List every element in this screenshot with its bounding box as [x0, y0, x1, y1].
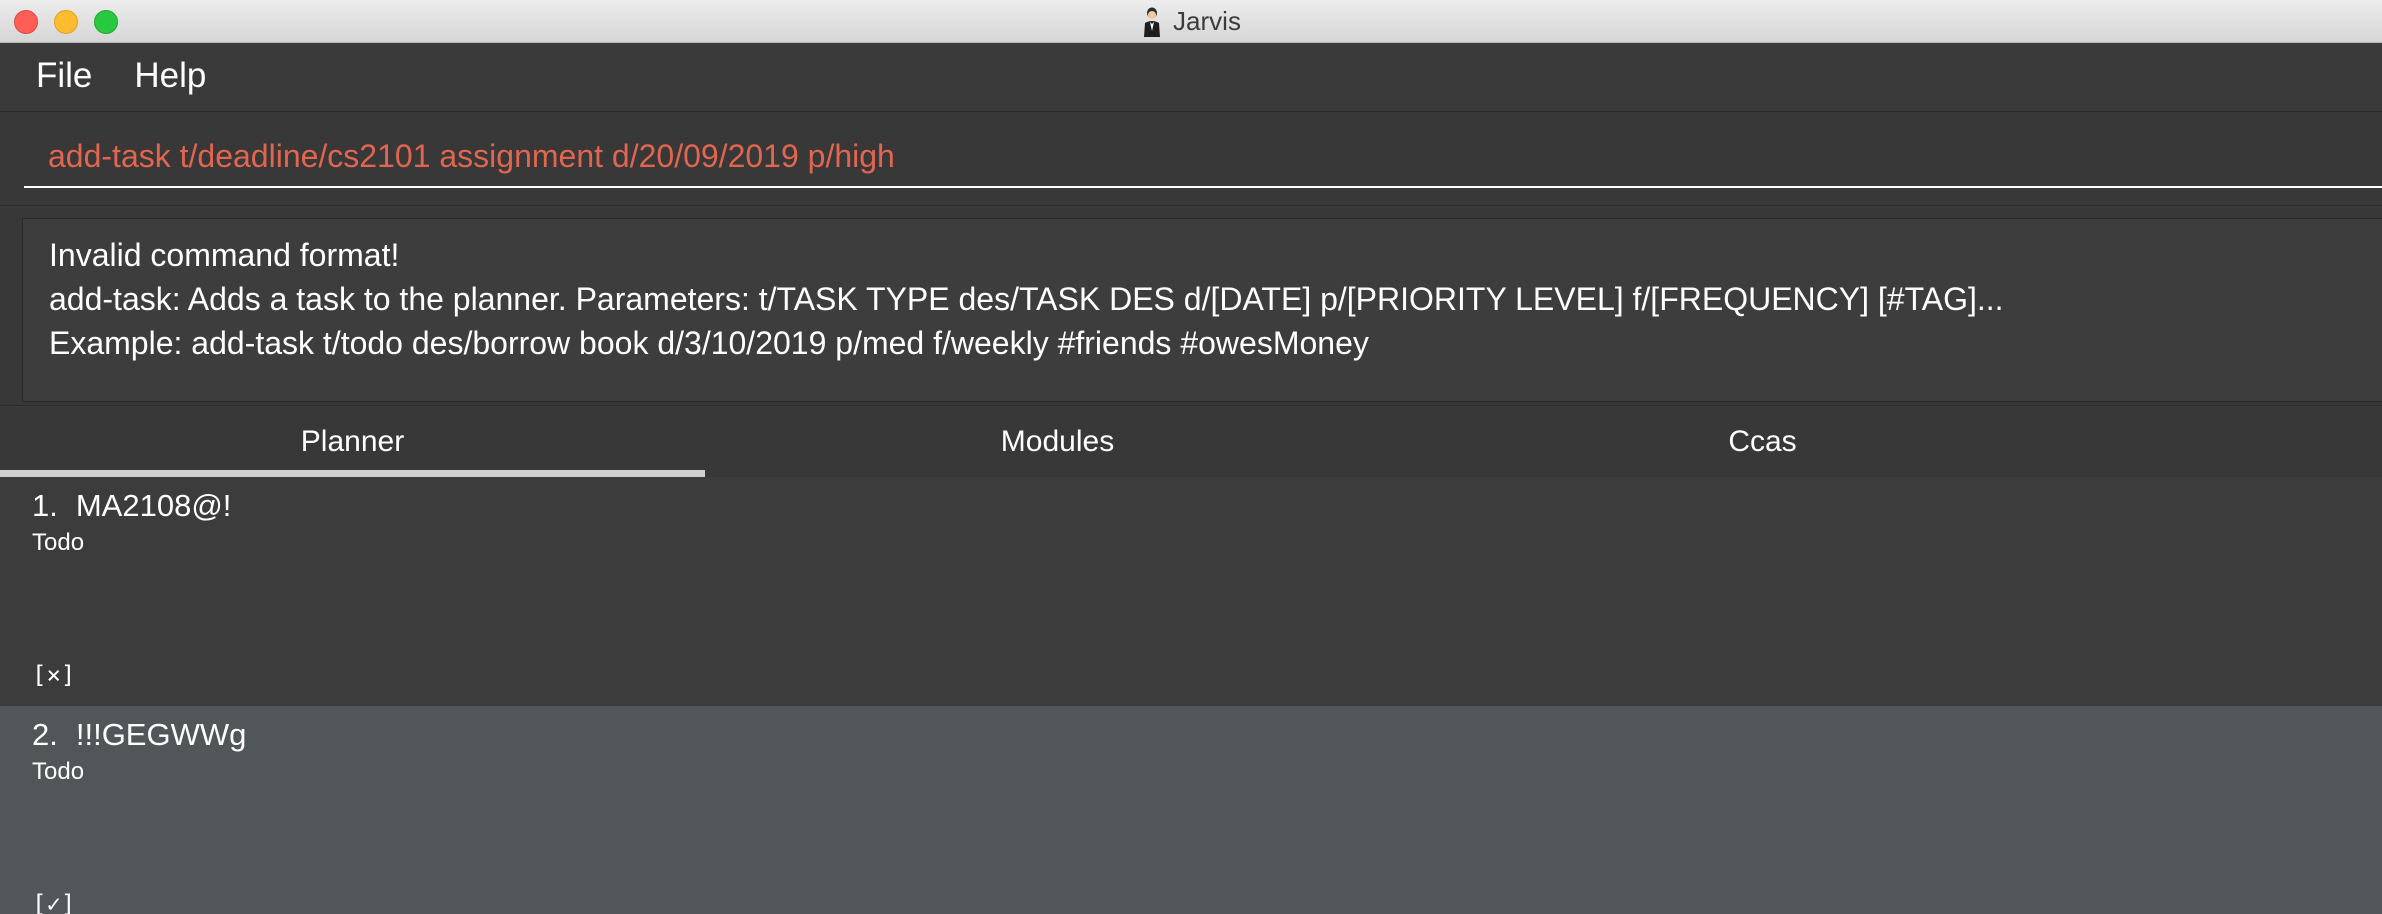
- butler-icon: [1141, 7, 1163, 37]
- task-type: Todo: [32, 529, 85, 556]
- result-display: Invalid command format! add-task: Adds a…: [22, 218, 2382, 402]
- task-title: 1. MA2108@!: [32, 487, 2382, 525]
- task-index: 2.: [32, 717, 58, 752]
- tab-planner[interactable]: Planner: [0, 407, 705, 477]
- menu-help[interactable]: Help: [134, 56, 206, 96]
- result-display-panel: Invalid command format! add-task: Adds a…: [0, 208, 2382, 406]
- task-card[interactable]: 2. !!!GEGWWg Todo [✓]: [0, 706, 2382, 914]
- menu-bar: File Help: [0, 43, 2382, 109]
- task-name: MA2108@!: [75, 488, 232, 523]
- task-name: !!!GEGWWg: [75, 717, 247, 752]
- command-input[interactable]: [24, 126, 2382, 188]
- command-box-panel: [0, 111, 2382, 206]
- result-line: Example: add-task t/todo des/borrow book…: [49, 325, 1369, 361]
- task-list[interactable]: 1. MA2108@! Todo [×] 2. !!!GEGWWg Todo [✓]: [0, 477, 2382, 914]
- task-index: 1.: [32, 488, 58, 523]
- title-bar: Jarvis: [0, 0, 2382, 43]
- task-status: [✓]: [32, 890, 76, 914]
- task-type: Todo: [32, 758, 85, 785]
- task-title: 2. !!!GEGWWg: [32, 716, 2382, 754]
- window-title: Jarvis: [1173, 6, 1241, 36]
- menu-file[interactable]: File: [36, 56, 92, 96]
- task-status: [×]: [32, 661, 76, 689]
- title-wrap: Jarvis: [0, 0, 2382, 43]
- app-window: Jarvis File Help Invalid command format!…: [0, 0, 2382, 914]
- tab-modules[interactable]: Modules: [705, 407, 1410, 477]
- tab-bar: Planner Modules Ccas: [0, 407, 2382, 477]
- result-line: Invalid command format!: [49, 237, 400, 273]
- task-card[interactable]: 1. MA2108@! Todo [×]: [0, 477, 2382, 706]
- result-line: add-task: Adds a task to the planner. Pa…: [49, 281, 2004, 317]
- tab-ccas[interactable]: Ccas: [1410, 407, 2115, 477]
